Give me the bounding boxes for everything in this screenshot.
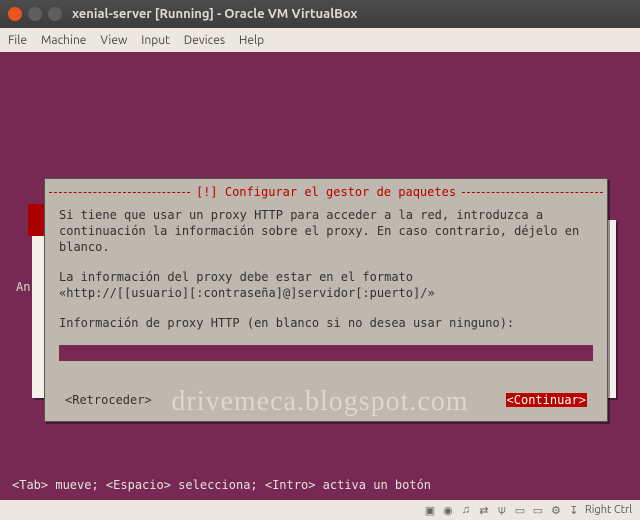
menu-help[interactable]: Help: [239, 34, 264, 47]
guest-screen: An [!] Configurar el gestor de paquetes …: [0, 52, 640, 500]
dialog-text-2: La información del proxy debe estar en e…: [59, 269, 593, 301]
dash-right: [462, 192, 603, 193]
optical-icon[interactable]: ◉: [441, 503, 455, 517]
dialog-prompt: Información de proxy HTTP (en blanco si …: [59, 315, 593, 331]
menu-view[interactable]: View: [100, 34, 127, 47]
menu-machine[interactable]: Machine: [41, 34, 86, 47]
host-key-label: Right Ctrl: [585, 504, 632, 516]
dialog-body: Si tiene que usar un proxy HTTP para acc…: [45, 199, 607, 393]
button-row: <Retroceder> <Continuar>: [45, 393, 607, 421]
maximize-icon[interactable]: [48, 7, 62, 21]
dialog-text-1: Si tiene que usar un proxy HTTP para acc…: [59, 207, 593, 255]
menu-devices[interactable]: Devices: [184, 34, 225, 47]
status-bar: ▣ ◉ ♫ ⇄ ψ ▭ ▭ ⚙ ↧ Right Ctrl: [0, 500, 640, 520]
dialog-title-row: [!] Configurar el gestor de paquetes: [45, 185, 607, 199]
menu-file[interactable]: File: [8, 34, 27, 47]
menu-input[interactable]: Input: [141, 34, 170, 47]
dash-left: [49, 192, 190, 193]
audio-icon[interactable]: ♫: [459, 503, 473, 517]
window-title: xenial-server [Running] - Oracle VM Virt…: [72, 7, 357, 21]
usb-icon[interactable]: ψ: [495, 503, 509, 517]
background-text: An: [16, 280, 30, 294]
network-icon[interactable]: ⇄: [477, 503, 491, 517]
recording-icon[interactable]: ⚙: [549, 503, 563, 517]
help-bar: <Tab> mueve; <Espacio> selecciona; <Intr…: [12, 478, 431, 492]
back-button[interactable]: <Retroceder>: [65, 393, 152, 407]
config-dialog: [!] Configurar el gestor de paquetes Si …: [44, 178, 608, 422]
continue-button[interactable]: <Continuar>: [506, 393, 587, 407]
mouse-integration-icon[interactable]: ↧: [567, 503, 581, 517]
window-titlebar: xenial-server [Running] - Oracle VM Virt…: [0, 0, 640, 28]
proxy-input[interactable]: [59, 345, 593, 361]
close-icon[interactable]: [8, 7, 22, 21]
display-icon[interactable]: ▭: [531, 503, 545, 517]
shared-folder-icon[interactable]: ▭: [513, 503, 527, 517]
dialog-title: [!] Configurar el gestor de paquetes: [194, 185, 458, 199]
menu-bar: File Machine View Input Devices Help: [0, 28, 640, 52]
hdd-icon[interactable]: ▣: [423, 503, 437, 517]
status-icons: ▣ ◉ ♫ ⇄ ψ ▭ ▭ ⚙ ↧ Right Ctrl: [423, 503, 632, 517]
minimize-icon[interactable]: [28, 7, 42, 21]
